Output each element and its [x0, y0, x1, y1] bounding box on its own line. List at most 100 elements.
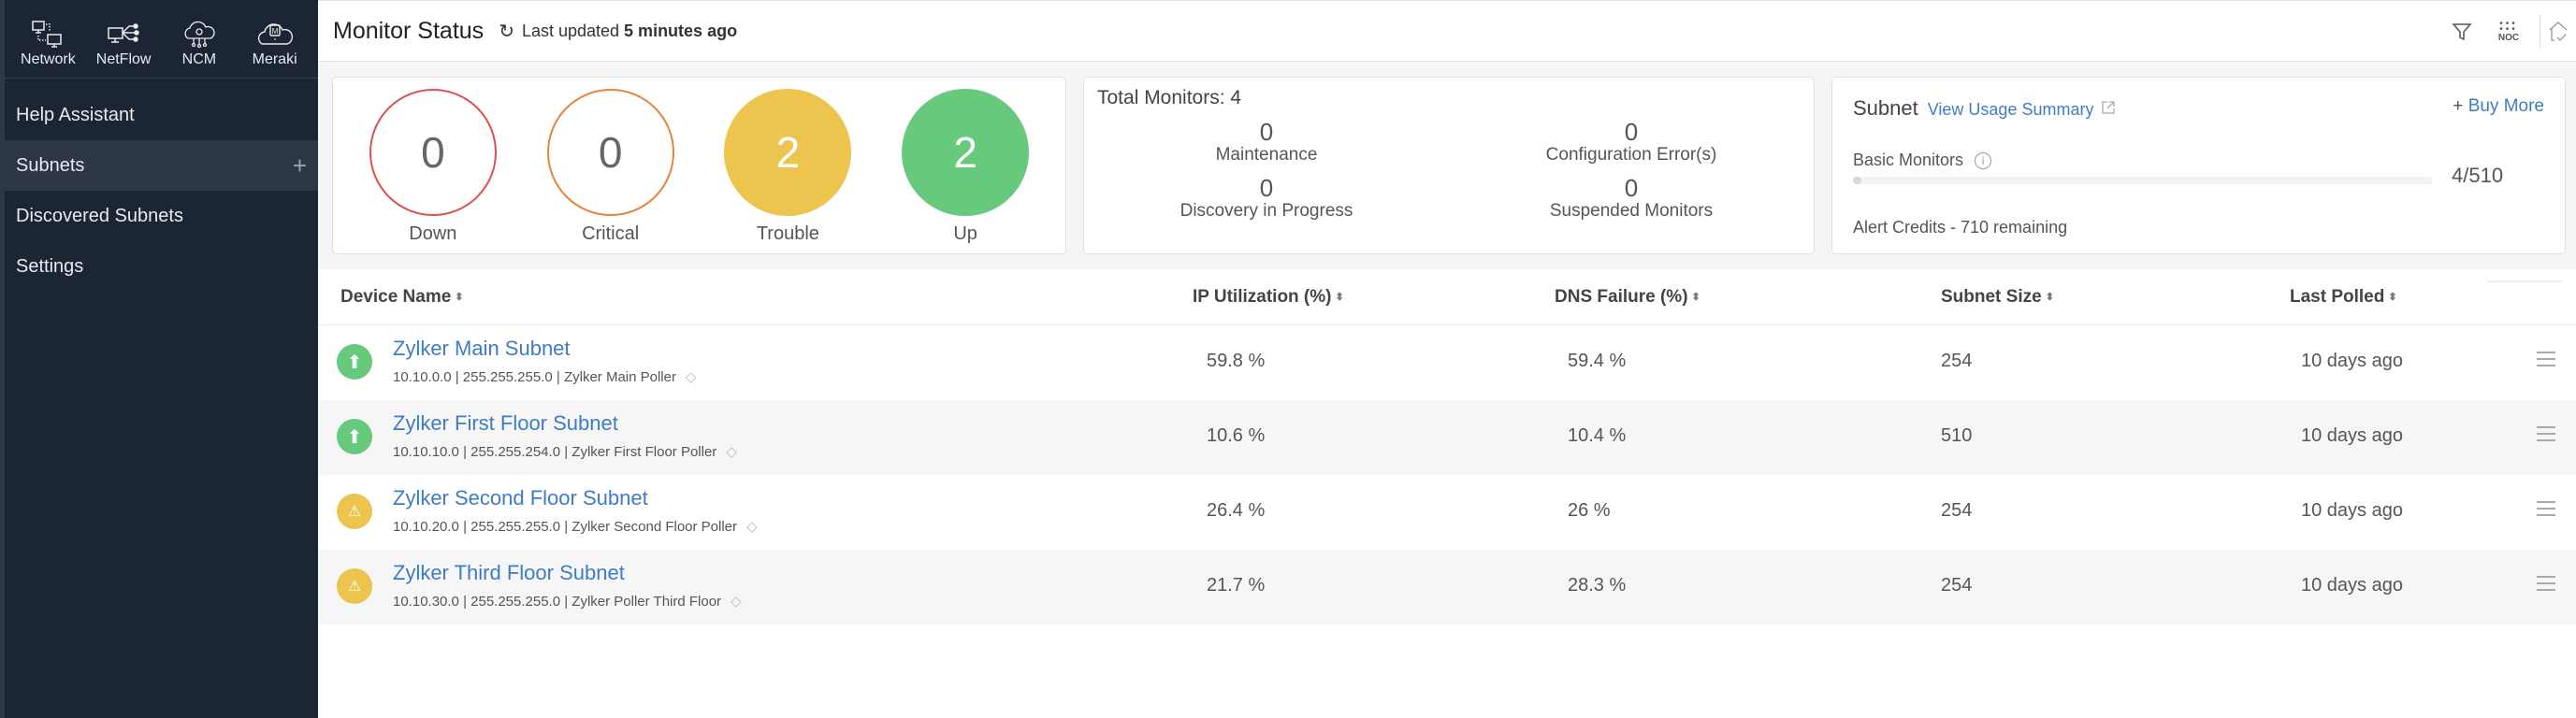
status-down[interactable]: 0 Down: [369, 89, 497, 245]
sidebar-item-label: Help Assistant: [16, 104, 135, 125]
column-config-handle[interactable]: [2487, 280, 2562, 282]
column-label: Last Polled: [2290, 286, 2385, 307]
refresh-icon[interactable]: ↻: [499, 20, 514, 43]
app-label: Network: [21, 51, 76, 67]
tag-icon[interactable]: ◇: [686, 369, 697, 385]
status-label: Trouble: [756, 223, 819, 244]
external-link-icon[interactable]: [2101, 100, 2116, 120]
device-name-link[interactable]: Zylker Third Floor Subnet: [393, 561, 625, 585]
status-count-circle: 2: [724, 89, 852, 216]
table-row[interactable]: ⬆ Zylker Main Subnet 10.10.0.0 | 255.255…: [318, 325, 2576, 400]
last-updated-prefix: Last updated: [521, 21, 625, 40]
sidebar-item-subnets[interactable]: Subnets +: [5, 140, 318, 191]
stat-value: 0: [1259, 118, 1274, 146]
sort-icon: ⬍: [455, 291, 464, 303]
device-name-link[interactable]: Zylker First Floor Subnet: [393, 411, 618, 436]
sort-icon: ⬍: [2045, 291, 2054, 303]
column-last-polled[interactable]: Last Polled ⬍: [2290, 287, 2397, 308]
app-netflow[interactable]: NetFlow: [86, 20, 161, 68]
sidebar: Network NetFlow NCM M Meraki Help Assist…: [0, 0, 318, 718]
status-count-circle: 0: [546, 89, 674, 216]
column-subnet-size[interactable]: Subnet Size ⬍: [1941, 287, 2054, 308]
column-label: IP Utilization (%): [1193, 286, 1332, 307]
sidebar-item-help-assistant[interactable]: Help Assistant: [5, 90, 318, 140]
stat-maintenance[interactable]: 0 Maintenance: [1084, 119, 1449, 165]
last-polled: 10 days ago: [2301, 575, 2403, 596]
row-menu-icon[interactable]: [2537, 501, 2555, 521]
column-dns-failure[interactable]: DNS Failure (%) ⬍: [1555, 287, 1700, 308]
device-meta: 10.10.0.0 | 255.255.255.0 | Zylker Main …: [393, 368, 697, 385]
basic-monitors-count: 4/510: [2452, 164, 2504, 187]
table-row[interactable]: ⚠ Zylker Third Floor Subnet 10.10.30.0 |…: [318, 550, 2576, 625]
stat-config-errors[interactable]: 0 Configuration Error(s): [1449, 119, 1814, 165]
filter-button[interactable]: [2439, 22, 2485, 42]
tag-icon[interactable]: ◇: [726, 444, 737, 460]
stat-value: 0: [1624, 174, 1639, 202]
device-name-link[interactable]: Zylker Main Subnet: [393, 337, 571, 361]
status-trouble-icon: ⚠: [337, 568, 372, 604]
stat-suspended[interactable]: 0 Suspended Monitors: [1449, 175, 1814, 222]
subnet-license-card: Subnet View Usage Summary + Buy More Bas…: [1831, 77, 2566, 254]
info-icon[interactable]: i: [1975, 151, 1992, 169]
home-icon: [2549, 22, 2568, 41]
subnet-size: 254: [1941, 500, 1973, 521]
basic-monitors-label: Basic Monitors: [1853, 151, 1964, 169]
app-ncm[interactable]: NCM: [162, 20, 237, 68]
plus-icon: +: [2453, 96, 2464, 116]
noc-view-button[interactable]: ••• ••• NOC: [2485, 19, 2532, 43]
column-ip-utilization[interactable]: IP Utilization (%) ⬍: [1193, 287, 1344, 308]
status-label: Critical: [582, 223, 640, 244]
status-trouble[interactable]: 2 Trouble: [724, 89, 852, 245]
last-polled: 10 days ago: [2301, 500, 2403, 521]
tag-icon[interactable]: ◇: [746, 519, 758, 535]
stat-label: Maintenance: [1215, 145, 1318, 165]
sidebar-item-settings[interactable]: Settings: [5, 241, 318, 292]
status-count-circle: 0: [369, 89, 497, 216]
device-name-link[interactable]: Zylker Second Floor Subnet: [393, 486, 648, 510]
stat-discovery[interactable]: 0 Discovery in Progress: [1084, 175, 1449, 222]
meraki-icon: M: [257, 23, 293, 45]
last-polled: 10 days ago: [2301, 351, 2403, 371]
last-updated: Last updated 5 minutes ago: [522, 22, 737, 41]
device-meta-text: 10.10.0.0 | 255.255.255.0 | Zylker Main …: [393, 369, 676, 385]
status-critical[interactable]: 0 Critical: [546, 89, 674, 245]
stat-label: Configuration Error(s): [1545, 145, 1717, 165]
svg-text:M: M: [271, 27, 278, 36]
view-usage-summary-link[interactable]: View Usage Summary: [1928, 100, 2094, 120]
tag-icon[interactable]: ◇: [731, 594, 742, 610]
sidebar-item-label: Discovered Subnets: [16, 205, 183, 226]
status-label: Down: [409, 223, 457, 244]
page-header: Monitor Status ↻ Last updated 5 minutes …: [318, 0, 2576, 62]
column-device-name[interactable]: Device Name ⬍: [340, 287, 464, 308]
progress-fill: [1853, 177, 1862, 184]
noc-label: NOC: [2497, 32, 2520, 43]
row-menu-icon[interactable]: [2537, 576, 2555, 596]
sort-icon: ⬍: [2388, 291, 2397, 303]
sidebar-item-discovered-subnets[interactable]: Discovered Subnets: [5, 191, 318, 241]
app-network[interactable]: Network: [10, 20, 85, 68]
row-menu-icon[interactable]: [2537, 426, 2555, 446]
table-row[interactable]: ⚠ Zylker Second Floor Subnet 10.10.20.0 …: [318, 475, 2576, 550]
stat-label: Discovery in Progress: [1179, 201, 1353, 221]
last-polled: 10 days ago: [2301, 425, 2403, 446]
alert-credits: Alert Credits - 710 remaining: [1853, 218, 2068, 237]
home-button[interactable]: [2548, 21, 2576, 43]
last-updated-value: 5 minutes ago: [624, 21, 738, 40]
filter-icon: [2452, 23, 2472, 41]
app-meraki[interactable]: M Meraki: [238, 20, 312, 68]
table-row[interactable]: ⬆ Zylker First Floor Subnet 10.10.10.0 |…: [318, 400, 2576, 475]
device-meta-text: 10.10.20.0 | 255.255.255.0 | Zylker Seco…: [393, 519, 738, 535]
total-monitors-title: Total Monitors: 4: [1097, 87, 1242, 108]
dns-failure: 10.4 %: [1568, 425, 1627, 446]
status-count-circle: 2: [902, 89, 1030, 216]
status-summary-card: 0 Down 0 Critical 2 Trouble 2 Up: [332, 77, 1066, 254]
add-subnet-icon[interactable]: +: [293, 151, 307, 180]
app-label: Meraki: [252, 51, 297, 67]
row-menu-icon[interactable]: [2537, 352, 2555, 371]
app-label: NetFlow: [95, 51, 152, 67]
buy-more-link[interactable]: + Buy More: [2453, 96, 2544, 117]
status-up[interactable]: 2 Up: [902, 89, 1030, 245]
basic-monitors-progress: [1853, 177, 2433, 184]
device-meta: 10.10.20.0 | 255.255.255.0 | Zylker Seco…: [393, 518, 758, 535]
ip-utilization: 26.4 %: [1207, 500, 1266, 521]
